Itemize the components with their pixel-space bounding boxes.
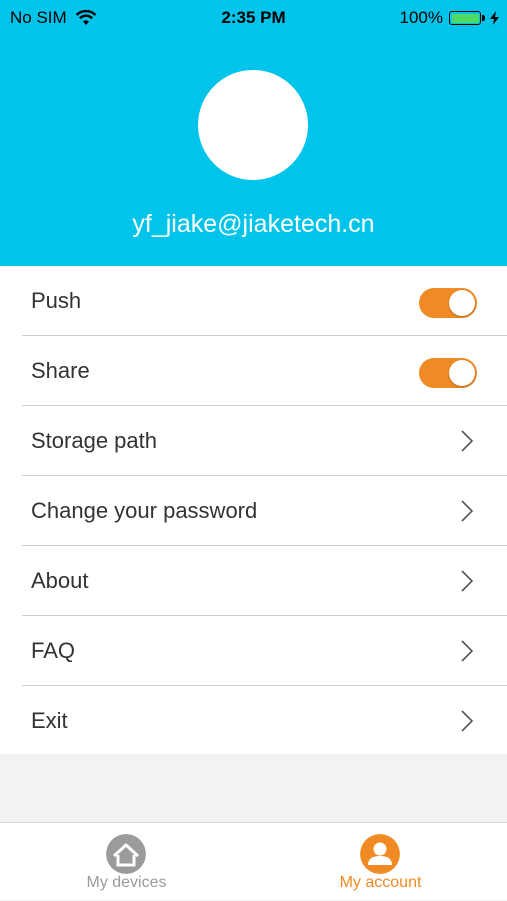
menu-item-label: About	[31, 568, 89, 593]
status-right: 100%	[400, 8, 499, 28]
menu-item-about[interactable]: About	[0, 546, 507, 616]
tab-my-devices[interactable]: My devices	[0, 823, 253, 901]
menu-item-change-password[interactable]: Change your password	[0, 476, 507, 546]
profile-header: No SIM 2:35 PM 100% yf_jiake@jiaketech.c…	[0, 0, 507, 266]
avatar[interactable]	[198, 70, 308, 180]
menu-item-label: Change your password	[31, 498, 258, 523]
menu-item-push: Push	[0, 266, 507, 336]
chevron-right-icon	[461, 640, 473, 662]
menu-item-label: FAQ	[31, 638, 76, 663]
chevron-right-icon	[461, 430, 473, 452]
tab-label: My account	[339, 874, 422, 891]
toggle-knob	[449, 290, 475, 316]
settings-menu: Push Share Storage path Change your pass…	[0, 266, 507, 754]
chevron-right-icon	[461, 500, 473, 522]
menu-item-exit[interactable]: Exit	[0, 686, 507, 756]
battery-icon	[449, 11, 481, 25]
menu-item-label: Storage path	[31, 428, 157, 453]
chevron-right-icon	[461, 710, 473, 732]
menu-item-label: Push	[31, 288, 82, 313]
push-toggle[interactable]	[419, 288, 477, 318]
charging-bolt-icon	[490, 11, 499, 25]
menu-item-storage-path[interactable]: Storage path	[0, 406, 507, 476]
chevron-right-icon	[461, 570, 473, 592]
tab-label: My devices	[86, 874, 167, 891]
user-icon	[360, 834, 400, 874]
menu-item-label: Share	[31, 358, 90, 383]
tab-my-account[interactable]: My account	[254, 823, 507, 901]
status-bar: No SIM 2:35 PM 100%	[0, 0, 507, 36]
menu-item-label: Exit	[31, 708, 68, 733]
tab-bar: My devices My account	[0, 822, 507, 900]
share-toggle[interactable]	[419, 358, 477, 388]
battery-percent: 100%	[399, 8, 443, 27]
menu-item-faq[interactable]: FAQ	[0, 616, 507, 686]
menu-item-share: Share	[0, 336, 507, 406]
toggle-knob	[449, 360, 475, 386]
account-email: yf_jiake@jiaketech.cn	[132, 210, 375, 238]
home-icon	[106, 834, 146, 874]
battery-tip	[482, 15, 485, 21]
